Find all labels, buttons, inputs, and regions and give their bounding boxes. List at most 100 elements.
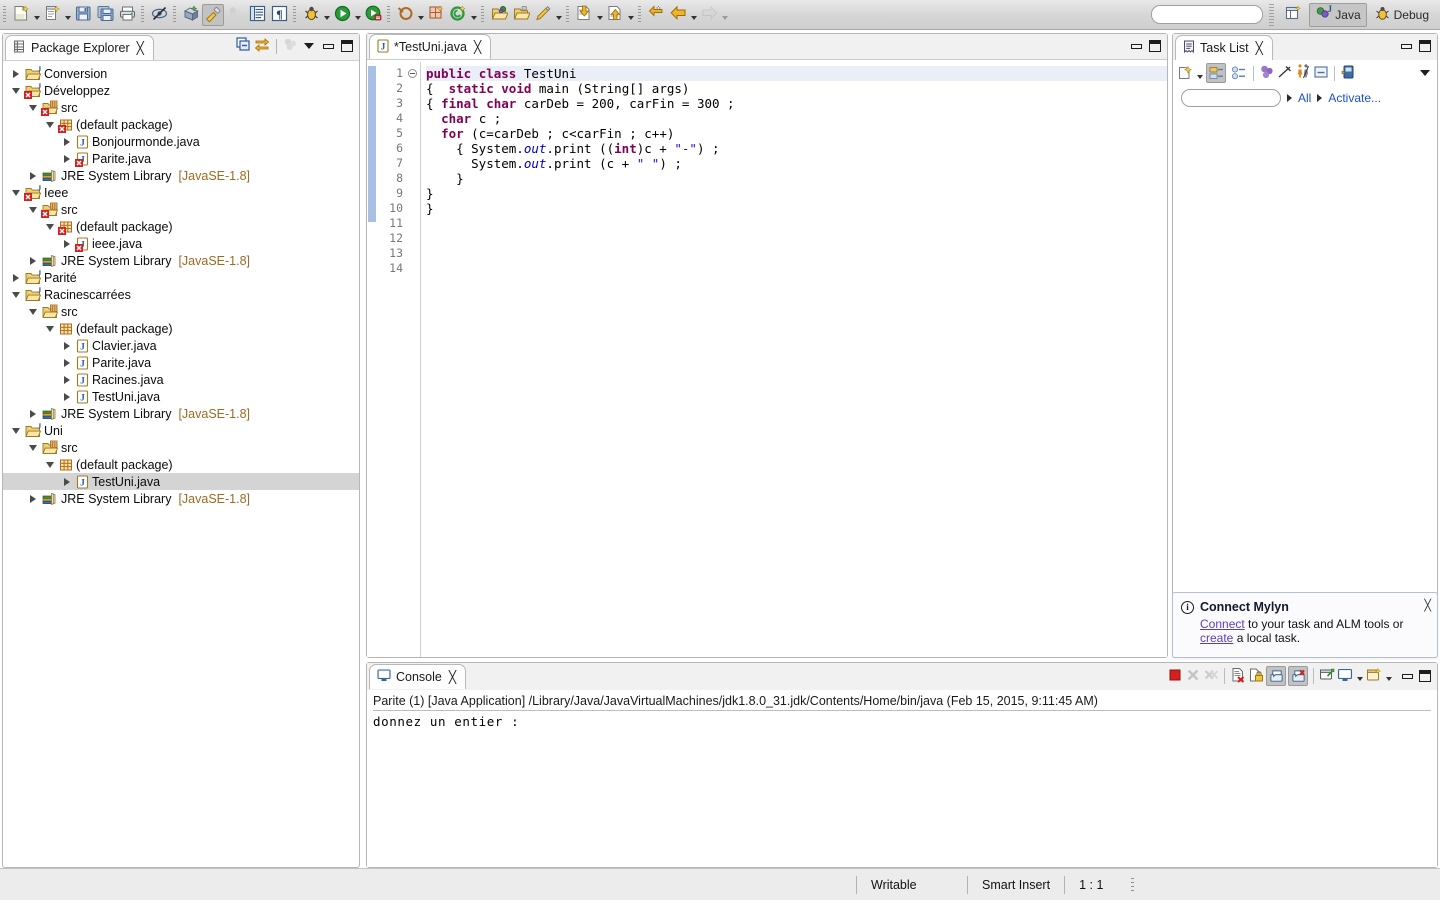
tree-item-src[interactable]: src <box>3 99 359 116</box>
tree-item-parite-java[interactable]: J Parite.java <box>3 354 359 371</box>
new-java-class-button[interactable] <box>41 4 63 26</box>
tree-item-d-veloppez[interactable]: J Développez <box>3 82 359 99</box>
tree-item-testuni-java[interactable]: J TestUni.java <box>3 388 359 405</box>
scroll-lock-icon[interactable] <box>1248 667 1264 686</box>
chevron-down-icon[interactable] <box>43 220 56 233</box>
tree-item-src[interactable]: src <box>3 303 359 320</box>
view-menu-icon[interactable] <box>1417 65 1433 81</box>
search-input[interactable] <box>1151 5 1264 24</box>
collapse-all-icon[interactable] <box>236 37 251 55</box>
debug-button[interactable] <box>300 4 322 26</box>
tree-item-ieee-java[interactable]: Jieee.java <box>3 235 359 252</box>
task-search-input[interactable] <box>1181 89 1281 107</box>
scheduled-icon[interactable] <box>1228 63 1248 83</box>
minimize-icon[interactable] <box>1399 668 1415 684</box>
tree-item-uni[interactable]: J Uni <box>3 422 359 439</box>
external-tools-button-dropdown-icon[interactable] <box>416 5 425 25</box>
edit-button-dropdown-icon[interactable] <box>554 5 563 25</box>
tree-item-bonjourmonde-java[interactable]: J Bonjourmonde.java <box>3 133 359 150</box>
tree-item-jre-system-library[interactable]: JRE System Library [JavaSE-1.8] <box>3 405 359 422</box>
chevron-right-icon[interactable] <box>26 407 39 420</box>
code-area[interactable]: 1 2 3 4 5 6 7 8 9 10 11 12 13 14 public class TestUni… <box>367 60 1167 657</box>
run-button-dropdown-icon[interactable] <box>353 5 362 25</box>
tab-task-list[interactable]: Task List ╳ <box>1175 35 1273 60</box>
maximize-icon[interactable] <box>1417 668 1433 684</box>
paragraph-button[interactable]: ¶ <box>268 4 290 26</box>
save-all-button[interactable] <box>94 4 116 26</box>
focus-active-task-icon[interactable] <box>283 37 298 55</box>
link-editor-task-icon[interactable] <box>1340 64 1356 83</box>
chevron-right-icon[interactable] <box>26 492 39 505</box>
show-console-error-icon[interactable] <box>1288 666 1308 686</box>
restore-tasks-icon[interactable] <box>1313 64 1329 83</box>
maximize-icon[interactable] <box>339 38 355 54</box>
back-button-dropdown-icon[interactable] <box>689 5 698 25</box>
new-annotation-button-dropdown-icon[interactable] <box>469 5 478 25</box>
maximize-icon[interactable] <box>1147 38 1163 54</box>
toggle-mark-occurrences-button[interactable] <box>148 4 170 26</box>
connect-link[interactable]: Connect <box>1200 617 1245 631</box>
tree-item-src[interactable]: src <box>3 201 359 218</box>
tree-item-ieee[interactable]: J Ieee <box>3 184 359 201</box>
forward-button-dropdown-icon[interactable] <box>720 5 729 25</box>
pin-console-icon[interactable] <box>1319 667 1335 686</box>
external-tools-button[interactable] <box>394 4 416 26</box>
show-console-output-icon[interactable] <box>1266 666 1286 686</box>
new-java-class-button-dropdown-icon[interactable] <box>63 5 72 25</box>
close-icon[interactable]: ╳ <box>1256 42 1263 54</box>
forward-button[interactable] <box>698 4 720 26</box>
last-edit-location-button[interactable] <box>645 4 667 26</box>
perspective-debug[interactable]: Debug <box>1369 3 1434 27</box>
chevron-down-icon[interactable] <box>9 424 22 437</box>
save-button[interactable] <box>72 4 94 26</box>
tab-package-explorer[interactable]: Package Explorer ╳ <box>5 35 154 60</box>
disconnect-button[interactable] <box>224 4 246 26</box>
collapse-all-tasks-icon[interactable] <box>1295 63 1311 83</box>
remove-x-icon[interactable] <box>1185 667 1201 686</box>
source-code-text[interactable]: public class TestUni{ static void main (… <box>421 60 1167 657</box>
console-body[interactable]: Parite (1) [Java Application] /Library/J… <box>367 690 1437 867</box>
chevron-right-icon[interactable] <box>60 237 73 250</box>
tree-item-src[interactable]: src <box>3 439 359 456</box>
chevron-right-icon[interactable] <box>26 169 39 182</box>
chevron-down-icon[interactable] <box>1355 668 1364 684</box>
chevron-right-icon[interactable] <box>60 135 73 148</box>
close-icon[interactable]: ╳ <box>474 41 481 53</box>
previous-annotation-button-dropdown-icon[interactable] <box>626 5 635 25</box>
chevron-down-icon[interactable] <box>26 203 39 216</box>
display-console-icon[interactable] <box>1337 667 1353 686</box>
new-annotation-button[interactable] <box>447 4 469 26</box>
view-menu-icon[interactable] <box>301 38 317 54</box>
next-annotation-button[interactable] <box>573 4 595 26</box>
tree-item-clavier-java[interactable]: J Clavier.java <box>3 337 359 354</box>
print-button[interactable] <box>116 4 138 26</box>
create-link[interactable]: create <box>1200 631 1233 645</box>
tree-item-jre-system-library[interactable]: JRE System Library [JavaSE-1.8] <box>3 490 359 507</box>
categorized-icon[interactable] <box>1206 63 1226 83</box>
activate-task-link[interactable]: Activate... <box>1328 91 1381 105</box>
chevron-down-icon[interactable] <box>9 186 22 199</box>
chevron-right-icon[interactable] <box>9 271 22 284</box>
tree-item-jre-system-library[interactable]: JRE System Library [JavaSE-1.8] <box>3 167 359 184</box>
minimize-icon[interactable] <box>1128 38 1144 54</box>
chevron-right-icon[interactable] <box>26 254 39 267</box>
link-with-editor-icon[interactable] <box>254 37 270 55</box>
stop-square-icon[interactable] <box>1167 667 1183 686</box>
tree-item-default-package[interactable]: (default package) <box>3 116 359 133</box>
chevron-down-icon[interactable] <box>26 441 39 454</box>
tree-item-default-package[interactable]: (default package) <box>3 218 359 235</box>
new-task-dropdown-icon[interactable] <box>1195 65 1204 81</box>
maximize-icon[interactable] <box>1417 38 1433 54</box>
debug-button-dropdown-icon[interactable] <box>322 5 331 25</box>
chevron-down-icon[interactable] <box>9 84 22 97</box>
chevron-down-icon[interactable] <box>9 288 22 301</box>
clear-console-icon[interactable] <box>1230 667 1246 686</box>
open-perspective-button[interactable] <box>1280 3 1307 27</box>
chevron-down-icon[interactable] <box>26 305 39 318</box>
tree-item-conversion[interactable]: J Conversion <box>3 65 359 82</box>
previous-annotation-button[interactable] <box>604 4 626 26</box>
tab-testuni-java[interactable]: J *TestUni.java ╳ <box>369 34 492 59</box>
new-java-project-button[interactable] <box>180 4 202 26</box>
run-coverage-button[interactable] <box>362 4 384 26</box>
open-task-button[interactable] <box>202 3 224 26</box>
